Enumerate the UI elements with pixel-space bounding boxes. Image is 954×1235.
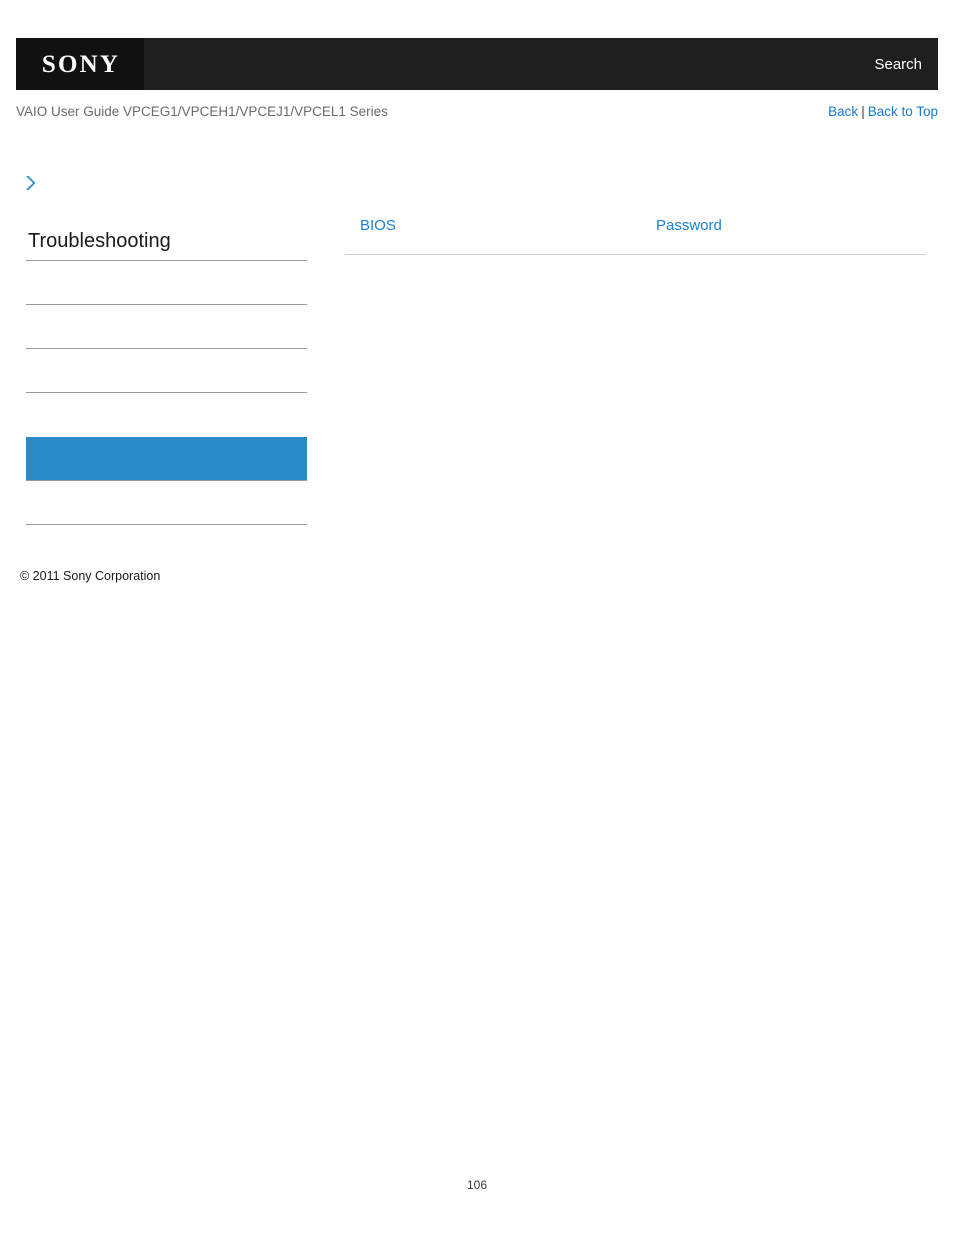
back-to-top-link[interactable]: Back to Top — [868, 104, 938, 119]
sidebar: Troubleshooting — [26, 228, 307, 525]
site-header: SONY Search — [16, 38, 938, 90]
sidebar-item-active[interactable] — [26, 437, 307, 481]
header-nav-links: Back | Back to Top — [828, 104, 938, 119]
sub-header: VAIO User Guide VPCEG1/VPCEH1/VPCEJ1/VPC… — [16, 101, 938, 121]
sidebar-item-2[interactable] — [26, 305, 307, 349]
content-column-2: Password — [643, 217, 926, 234]
back-link[interactable]: Back — [828, 104, 858, 119]
copyright-text: © 2011 Sony Corporation — [20, 569, 161, 583]
sidebar-item-5[interactable] — [26, 481, 307, 525]
main-content: BIOS Password — [345, 210, 926, 255]
nav-separator: | — [861, 103, 865, 119]
sidebar-item-1[interactable] — [26, 261, 307, 305]
sidebar-item-spacer — [26, 393, 307, 437]
sony-logo-text: SONY — [41, 50, 121, 78]
chevron-right-icon[interactable] — [24, 175, 38, 191]
content-column-1: BIOS — [345, 217, 643, 234]
bios-link[interactable]: BIOS — [360, 217, 643, 234]
guide-title: VAIO User Guide VPCEG1/VPCEH1/VPCEJ1/VPC… — [16, 103, 388, 119]
page-number: 106 — [466, 1178, 488, 1192]
sidebar-item-3[interactable] — [26, 349, 307, 393]
sony-logo[interactable]: SONY — [16, 38, 144, 90]
search-button[interactable]: Search — [874, 56, 938, 73]
password-link[interactable]: Password — [656, 217, 926, 234]
content-link-row: BIOS Password — [345, 210, 926, 240]
breadcrumb — [24, 172, 324, 194]
sidebar-heading: Troubleshooting — [26, 228, 307, 261]
content-divider — [345, 254, 926, 255]
